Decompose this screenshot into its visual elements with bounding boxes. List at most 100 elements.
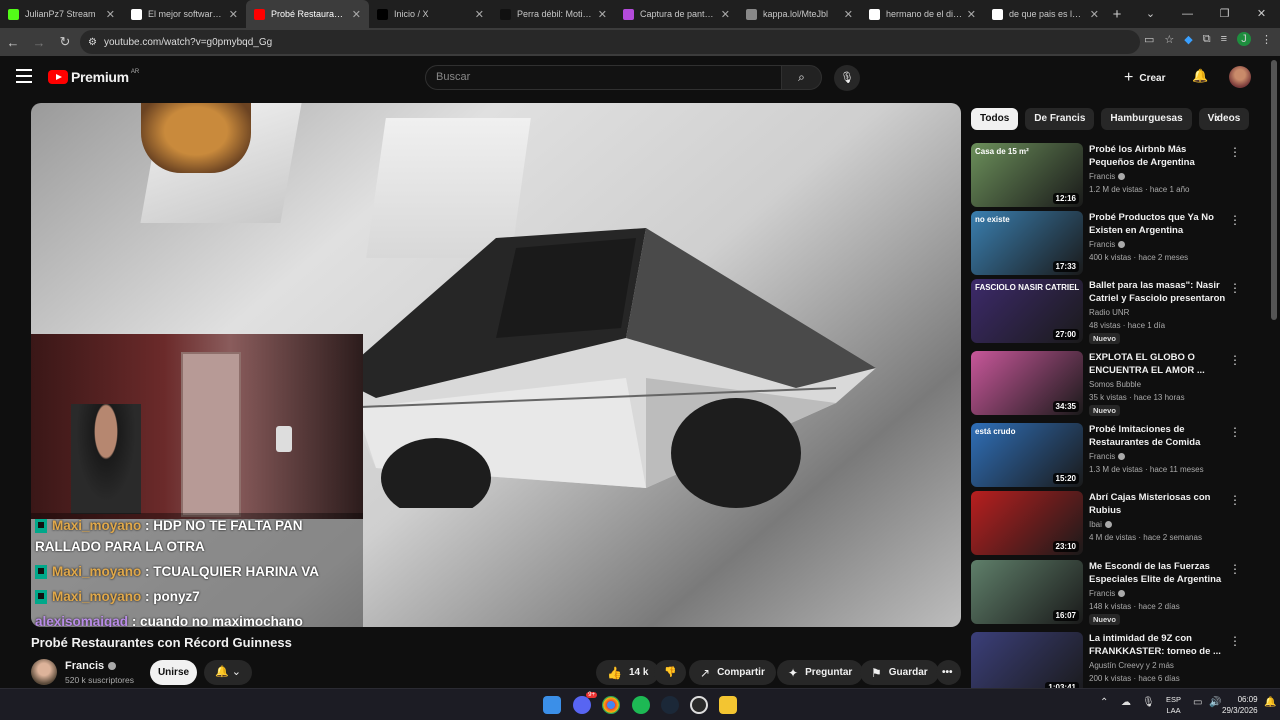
filter-chip[interactable]: Todos bbox=[971, 108, 1019, 130]
video-player[interactable]: Maxi_moyano : HDP NO TE FALTA PAN RALLAD… bbox=[31, 103, 961, 627]
more-options-icon[interactable]: ⋮ bbox=[1229, 634, 1241, 648]
browser-tab[interactable]: Captura de pantalla ✕ bbox=[615, 0, 738, 28]
tab-search-icon[interactable]: ⌄ bbox=[1132, 0, 1169, 28]
tab-close-icon[interactable]: ✕ bbox=[229, 8, 238, 21]
recommended-video[interactable]: 23:10 Abrí Cajas Misteriosas con Rubius Ib… bbox=[971, 491, 1261, 555]
browser-tab[interactable]: de que pais es la con ✕ bbox=[984, 0, 1107, 28]
reload-button[interactable]: ↻ bbox=[52, 34, 78, 50]
volume-icon[interactable]: 🔊 bbox=[1209, 697, 1221, 708]
search-button[interactable]: ⌕ bbox=[781, 65, 822, 90]
video-thumbnail[interactable]: 34:35 bbox=[971, 351, 1083, 415]
recommended-video[interactable]: 34:35 EXPLOTA EL GLOBO O ENCUENTRA EL AMO… bbox=[971, 351, 1261, 416]
channel-avatar[interactable] bbox=[31, 659, 57, 685]
tray-chevron-up-icon[interactable]: ⌃ bbox=[1100, 697, 1108, 708]
discord-icon[interactable]: 9+ bbox=[573, 692, 597, 714]
tray-mic-icon[interactable]: 🎙 bbox=[1142, 697, 1155, 708]
forward-button[interactable]: → bbox=[26, 35, 52, 50]
browser-menu-icon[interactable]: ⋮ bbox=[1261, 33, 1272, 46]
video-thumbnail[interactable]: 1:03:41 bbox=[971, 632, 1083, 696]
youtube-logo[interactable]: Premium AR bbox=[48, 69, 139, 85]
clock[interactable]: 06:09 29/3/2026 bbox=[1222, 694, 1258, 716]
recommended-video[interactable]: 1:03:41La intimidad de 9Z con FRANKKASTE… bbox=[971, 632, 1261, 696]
more-options-icon[interactable]: ⋮ bbox=[1229, 493, 1241, 507]
maximize-button[interactable]: ❐ bbox=[1206, 0, 1243, 28]
profile-avatar[interactable]: J bbox=[1237, 32, 1251, 46]
tab-close-icon[interactable]: ✕ bbox=[1090, 8, 1099, 21]
browser-tab[interactable]: JulianPz7 Stream ✕ bbox=[0, 0, 123, 28]
tab-close-icon[interactable]: ✕ bbox=[475, 8, 484, 21]
close-window-button[interactable]: ✕ bbox=[1243, 0, 1280, 28]
language-indicator[interactable]: ESP LAA bbox=[1166, 694, 1181, 716]
minimize-button[interactable]: — bbox=[1169, 0, 1206, 28]
browser-tab[interactable]: hermano de el diario ✕ bbox=[861, 0, 984, 28]
video-thumbnail[interactable]: 16:07 bbox=[971, 560, 1083, 624]
voice-search-button[interactable]: 🎙 bbox=[834, 65, 860, 91]
notifications-bell-icon[interactable]: 🔔 bbox=[1192, 68, 1208, 84]
hamburger-menu-icon[interactable] bbox=[16, 69, 32, 83]
video-thumbnail[interactable]: 23:10 bbox=[971, 491, 1083, 555]
steam-icon[interactable] bbox=[661, 696, 679, 714]
tab-close-icon[interactable]: ✕ bbox=[598, 8, 607, 21]
video-thumbnail[interactable]: no existe 17:33 bbox=[971, 211, 1083, 275]
video-thumbnail[interactable]: FASCIOLO NASIR CATRIEL 27:00 bbox=[971, 279, 1083, 343]
browser-tab[interactable]: Inicio / X ✕ bbox=[369, 0, 492, 28]
search-input[interactable]: Buscar bbox=[425, 65, 782, 90]
recommended-video[interactable]: no existe 17:33 Probé Productos que Ya No … bbox=[971, 211, 1261, 275]
recommended-video[interactable]: FASCIOLO NASIR CATRIEL 27:00 Ballet para l… bbox=[971, 279, 1261, 344]
browser-tab[interactable]: El mejor software pa ✕ bbox=[123, 0, 246, 28]
spotify-icon[interactable] bbox=[632, 696, 650, 714]
create-button[interactable]: + Crear bbox=[1124, 68, 1165, 88]
filter-chip[interactable]: Hamburguesas bbox=[1101, 108, 1192, 130]
share-button[interactable]: ↗ Compartir bbox=[689, 660, 776, 685]
windows-start-icon[interactable] bbox=[543, 696, 561, 714]
more-options-icon[interactable]: ⋮ bbox=[1229, 281, 1241, 295]
subscription-bell-button[interactable]: 🔔 ⌄ bbox=[204, 660, 252, 685]
more-options-icon[interactable]: ⋮ bbox=[1229, 425, 1241, 439]
recommended-video-title[interactable]: Me Escondí de las Fuerzas Especiales Eli… bbox=[1089, 560, 1229, 586]
video-thumbnail[interactable]: Casa de 15 m² 12:16 bbox=[971, 143, 1083, 207]
user-avatar[interactable] bbox=[1229, 66, 1251, 88]
channel-name[interactable]: Francis bbox=[65, 660, 117, 672]
browser-tab[interactable]: Perra débil: Motivació ✕ bbox=[492, 0, 615, 28]
more-options-icon[interactable]: ⋮ bbox=[1229, 145, 1241, 159]
tab-close-icon[interactable]: ✕ bbox=[844, 8, 853, 21]
recommended-video-title[interactable]: Probé Imitaciones de Restaurantes de Com… bbox=[1089, 423, 1229, 449]
recommended-video-title[interactable]: Probé Productos que Ya No Existen en Arg… bbox=[1089, 211, 1229, 237]
recommended-video-title[interactable]: Probé los Airbnb Más Pequeños de Argenti… bbox=[1089, 143, 1229, 169]
recommended-video-title[interactable]: EXPLOTA EL GLOBO O ENCUENTRA EL AMOR ... bbox=[1089, 351, 1229, 377]
recommended-video-title[interactable]: Ballet para las masas": Nasir Catriel y … bbox=[1089, 279, 1229, 305]
recommended-video[interactable]: Casa de 15 m² 12:16 Probé los Airbnb Más P… bbox=[971, 143, 1261, 207]
new-tab-button[interactable]: + bbox=[1107, 6, 1127, 23]
tab-close-icon[interactable]: ✕ bbox=[352, 8, 361, 21]
chrome-icon[interactable] bbox=[602, 696, 620, 714]
cast-icon[interactable]: ▭ bbox=[1144, 33, 1154, 46]
more-options-icon[interactable]: ⋮ bbox=[1229, 353, 1241, 367]
media-icon[interactable]: ≡ bbox=[1221, 33, 1227, 45]
more-actions-button[interactable]: ••• bbox=[936, 660, 961, 685]
filter-chip[interactable]: De Francis bbox=[1025, 108, 1095, 130]
bookmark-star-icon[interactable]: ☆ bbox=[1164, 33, 1174, 46]
ask-button[interactable]: ✦ Preguntar bbox=[777, 660, 864, 685]
recommended-video-title[interactable]: La intimidad de 9Z con FRANKKASTER: torn… bbox=[1089, 632, 1229, 658]
browser-tab[interactable]: Probé Restaurantes c ✕ bbox=[246, 0, 369, 28]
chevron-right-icon[interactable]: › bbox=[1215, 110, 1219, 125]
puzzle-icon[interactable]: ⧉ bbox=[1203, 33, 1211, 46]
recommended-video[interactable]: 16:07 Me Escondí de las Fuerzas Especiale… bbox=[971, 560, 1261, 625]
url-field[interactable]: ⚙ youtube.com/watch?v=g0pmybqd_Gg bbox=[80, 30, 1140, 54]
filter-chip[interactable]: Videos bbox=[1198, 108, 1250, 130]
save-button[interactable]: ⚑ Guardar bbox=[860, 660, 939, 685]
file-explorer-icon[interactable] bbox=[719, 696, 737, 714]
join-button[interactable]: Unirse bbox=[150, 660, 197, 685]
like-button[interactable]: 👍 14 k bbox=[596, 660, 660, 685]
back-button[interactable]: ← bbox=[0, 35, 26, 50]
recommended-video-title[interactable]: Abrí Cajas Misteriosas con Rubius bbox=[1089, 491, 1229, 517]
scrollbar[interactable] bbox=[1271, 60, 1277, 320]
site-info-icon[interactable]: ⚙ bbox=[88, 37, 97, 48]
app-icon[interactable] bbox=[690, 696, 708, 714]
browser-tab[interactable]: kappa.lol/MteJbl ✕ bbox=[738, 0, 861, 28]
tab-close-icon[interactable]: ✕ bbox=[967, 8, 976, 21]
more-options-icon[interactable]: ⋮ bbox=[1229, 562, 1241, 576]
network-icon[interactable]: ▭ bbox=[1193, 697, 1202, 708]
extension-icon[interactable]: ◆ bbox=[1184, 33, 1192, 46]
dislike-button[interactable]: 👎 bbox=[654, 660, 686, 685]
